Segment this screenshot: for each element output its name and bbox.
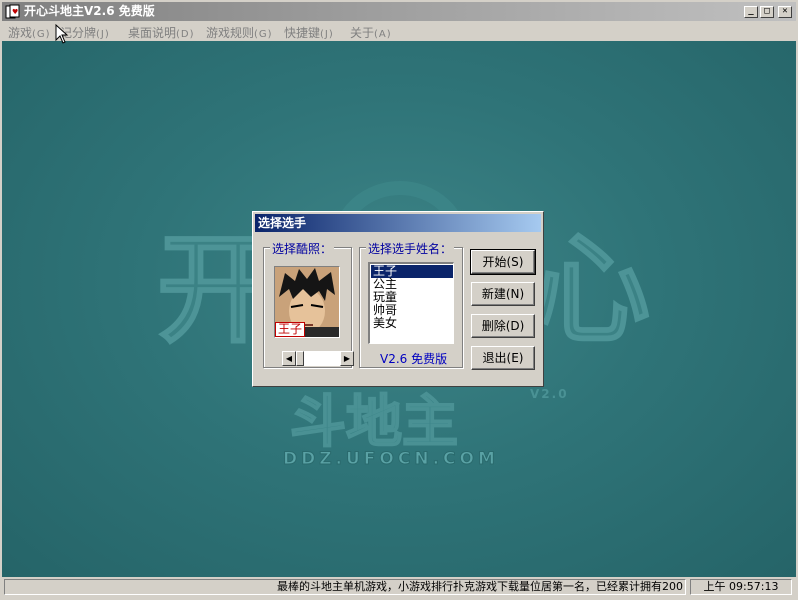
delete-button[interactable]: 删除(D) [471,314,535,338]
scroll-left-icon[interactable]: ◀ [282,351,296,366]
close-button[interactable]: ✕ [778,6,792,18]
photo-group-label: 选择酷照： [270,240,335,257]
svg-text:♥: ♥ [12,8,18,16]
menu-about-accel: (A) [374,29,392,40]
minimize-button[interactable]: _ [744,6,758,18]
start-button[interactable]: 开始(S) [470,249,536,275]
select-player-dialog: 选择选手 选择酷照： 王子 ◀ ▶ 选择选手姓名： 王子 公主 玩童 帅哥 美女… [252,211,544,387]
menu-table-help-label: 桌面说明 [128,26,177,40]
scroll-thumb[interactable] [296,351,304,366]
dialog-title[interactable]: 选择选手 [255,214,541,232]
maximize-button[interactable]: □ [760,6,774,18]
player-list[interactable]: 王子 公主 玩童 帅哥 美女 [368,262,454,344]
avatar-name-label: 王子 [275,322,306,337]
menu-shortcuts-label: 快捷键 [284,26,321,40]
menu-bar: 游戏(G) 记分牌(J) 桌面说明(D) 游戏规则(G) 快捷键(J) 关于(A… [2,21,796,41]
menu-game[interactable]: 游戏(G) [8,24,51,41]
menu-about[interactable]: 关于(A) [350,24,392,41]
menu-rules[interactable]: 游戏规则(G) [206,24,273,41]
status-bar: 最棒的斗地主单机游戏，小游戏排行扑克游戏下载量位居第一名，已经累计拥有200 上… [2,577,796,598]
menu-about-label: 关于 [350,26,375,40]
menu-scoreboard-accel: (J) [96,29,110,40]
logo-version-tag: V2.0 [530,387,569,401]
photo-group: 选择酷照： 王子 ◀ ▶ [263,240,354,368]
app-icon: ♥ [5,4,20,19]
title-bar[interactable]: ♥ 开心斗地主V2.6 免费版 _ □ ✕ [2,2,796,21]
window-title: 开心斗地主V2.6 免费版 [24,4,155,18]
player-name-group: 选择选手姓名： 王子 公主 玩童 帅哥 美女 V2.6 免费版 [359,240,463,368]
new-button[interactable]: 新建(N) [471,282,535,306]
menu-game-accel: (G) [32,29,51,40]
list-item[interactable]: 美女 [371,317,453,330]
scroll-right-icon[interactable]: ▶ [340,351,354,366]
mouse-cursor-icon [55,24,69,44]
logo-bottom-text: 斗地主 [290,389,458,455]
version-label: V2.6 免费版 [380,352,448,366]
menu-game-label: 游戏 [8,26,33,40]
menu-rules-label: 游戏规则 [206,26,255,40]
status-message: 最棒的斗地主单机游戏，小游戏排行扑克游戏下载量位居第一名，已经累计拥有200 [4,579,686,595]
menu-table-help-accel: (D) [176,29,195,40]
menu-shortcuts[interactable]: 快捷键(J) [284,24,334,41]
menu-rules-accel: (G) [254,29,273,40]
menu-shortcuts-accel: (J) [320,29,334,40]
exit-button[interactable]: 退出(E) [471,346,535,370]
avatar: 王子 [274,266,340,338]
photo-scrollbar[interactable]: ◀ ▶ [282,351,354,366]
player-name-group-label: 选择选手姓名： [366,240,455,257]
menu-table-help[interactable]: 桌面说明(D) [128,24,195,41]
logo-right-text: 心 [532,220,650,359]
app-window: ♥ 开心斗地主V2.6 免费版 _ □ ✕ 游戏(G) 记分牌(J) 桌面说明(… [0,0,798,600]
status-clock: 上午 09:57:13 [690,579,792,595]
website-url: DDZ.UFOCN.COM [283,449,499,469]
